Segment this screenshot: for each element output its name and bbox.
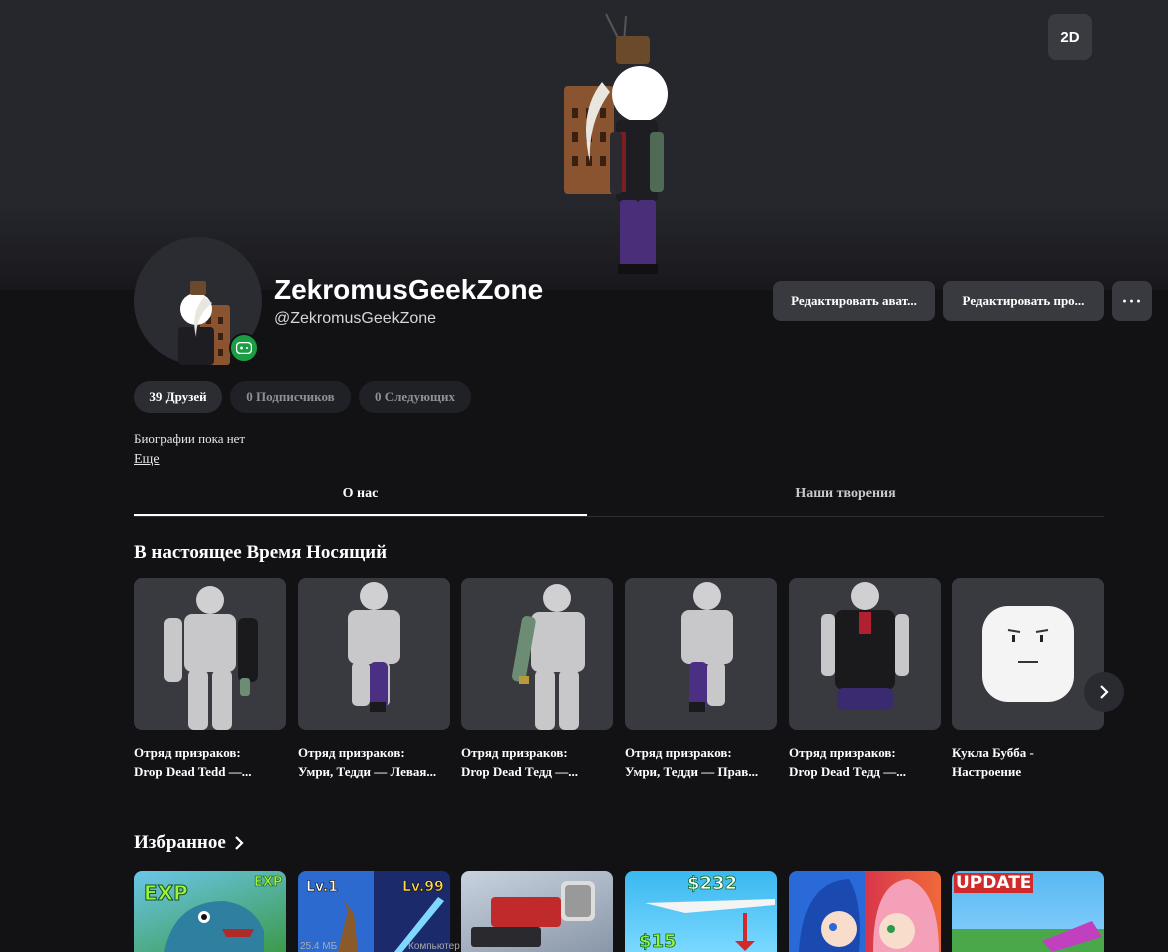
favorite-game-card[interactable]	[789, 871, 941, 952]
item-name-line1: Отряд призраков:	[298, 745, 405, 760]
following-count-button[interactable]: 0 Следующих	[359, 381, 471, 413]
more-options-button[interactable]: ···	[1112, 281, 1152, 321]
favorites-title: Избранное	[134, 832, 226, 853]
game-label-exp: EXP	[254, 875, 283, 891]
game-label-price: $232	[687, 873, 738, 895]
item-name-line1: Отряд призраков:	[134, 745, 241, 760]
edit-avatar-button[interactable]: Редактировать ават...	[773, 281, 935, 321]
favorite-game-card[interactable]: EXP EXP	[134, 871, 286, 952]
game-label-update: UPDATE	[954, 873, 1034, 893]
wearing-item-card[interactable]: Отряд призраков: Drop Dead Тедд —...	[461, 578, 613, 781]
tab-creations[interactable]: Наши творения	[619, 474, 1072, 514]
game-label-level-99: Lv.99	[402, 879, 444, 896]
game-label-exp: EXP	[144, 881, 189, 906]
taskbar-size-text: 25.4 МБ	[300, 941, 338, 952]
item-name-line1: Отряд призраков:	[789, 745, 896, 760]
edit-profile-button[interactable]: Редактировать про...	[943, 281, 1104, 321]
wearing-item-card[interactable]: Кукла Бубба - Настроение	[952, 578, 1104, 781]
item-name-line1: Отряд призраков:	[461, 745, 568, 760]
item-thumbnail	[625, 578, 777, 730]
wearing-item-card[interactable]: Отряд призраков: Drop Dead Тедд —...	[789, 578, 941, 781]
favorite-game-card[interactable]	[461, 871, 613, 952]
online-status-icon	[229, 333, 259, 363]
item-name-line2: Drop Dead Тедд —...	[789, 764, 906, 779]
favorite-game-card[interactable]: Lv.1 Lv.99	[298, 871, 450, 952]
item-thumbnail	[134, 578, 286, 730]
wearing-item-card[interactable]: Отряд призраков: Умри, Тедди — Левая...	[298, 578, 450, 781]
profile-tabs: О нас Наши творения	[134, 474, 1104, 517]
chevron-right-icon	[1100, 685, 1109, 699]
game-thumbnail	[799, 879, 939, 952]
item-name-line2: Drop Dead Tedd —...	[134, 764, 252, 779]
followers-count-button[interactable]: 0 Подписчиков	[230, 381, 351, 413]
bio-more-link[interactable]: Еще	[134, 452, 160, 468]
item-name-line1: Отряд призраков:	[625, 745, 732, 760]
favorites-title-link[interactable]: Избранное	[134, 832, 244, 854]
taskbar-computer-text: Компьютер	[408, 941, 460, 952]
favorite-game-card[interactable]: UPDATE	[952, 871, 1104, 952]
item-name-line2: Настроение	[952, 764, 1022, 779]
wearing-item-card[interactable]: Отряд призраков: Умри, Тедди — Прав...	[625, 578, 777, 781]
currently-wearing-title: В настоящее Время Носящий	[134, 542, 388, 563]
tab-about[interactable]: О нас	[134, 474, 587, 516]
game-label-level-1: Lv.1	[306, 879, 339, 896]
item-name-line2: Drop Dead Тедд —...	[461, 764, 578, 779]
item-thumbnail	[298, 578, 450, 730]
bio-text: Биографии пока нет	[134, 431, 246, 446]
username: @ZekromusGeekZone	[274, 310, 437, 327]
avatar-3d-model[interactable]	[558, 12, 678, 287]
minigun-icon	[471, 881, 595, 947]
chevron-right-icon	[235, 836, 244, 850]
item-name-line2: Умри, Тедди — Левая...	[298, 764, 437, 779]
carousel-next-button[interactable]	[1084, 672, 1124, 712]
wearing-item-card[interactable]: Отряд призраков: Drop Dead Tedd —...	[134, 578, 286, 781]
display-name: ZekromusGeekZone	[274, 274, 544, 305]
toggle-2d-button[interactable]: 2D	[1048, 14, 1092, 60]
item-name-line2: Умри, Тедди — Прав...	[625, 764, 759, 779]
item-name-line1: Кукла Бубба -	[952, 745, 1034, 760]
game-label-price: $15	[639, 931, 677, 952]
item-thumbnail	[789, 578, 941, 730]
item-thumbnail	[952, 578, 1104, 730]
item-thumbnail	[461, 578, 613, 730]
favorite-game-card[interactable]: $232 $15	[625, 871, 777, 952]
friends-count-button[interactable]: 39 Друзей	[134, 381, 222, 413]
